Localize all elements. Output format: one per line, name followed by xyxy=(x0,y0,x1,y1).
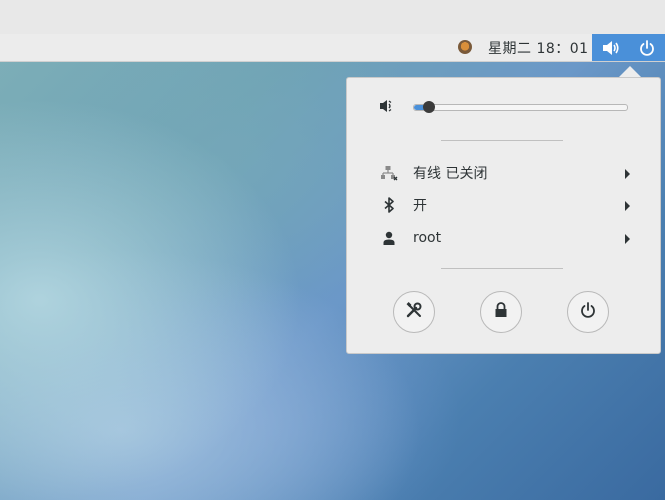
system-menu: 有线 已关闭 开 root xyxy=(346,77,661,354)
separator xyxy=(441,140,563,141)
volume-slider-handle[interactable] xyxy=(422,101,435,113)
menu-pointer xyxy=(619,66,641,77)
system-status-button[interactable] xyxy=(592,34,665,61)
app-indicator-icon[interactable] xyxy=(458,40,472,54)
chevron-right-icon xyxy=(625,169,630,179)
menu-item-user[interactable]: root xyxy=(375,226,630,250)
wired-status-label: 有线 已关闭 xyxy=(413,166,488,182)
power-off-button[interactable] xyxy=(567,291,609,333)
clock[interactable]: 星期二 18：01 xyxy=(488,38,589,58)
volume-icon xyxy=(602,40,620,56)
volume-slider[interactable] xyxy=(413,101,628,113)
chevron-right-icon xyxy=(625,234,630,244)
wired-network-disconnected-icon xyxy=(375,165,403,181)
power-icon xyxy=(580,302,596,322)
volume-low-icon xyxy=(379,98,395,118)
separator xyxy=(441,268,563,269)
settings-button[interactable] xyxy=(393,291,435,333)
bluetooth-icon xyxy=(375,197,403,213)
lock-icon xyxy=(494,302,508,322)
user-name-label: root xyxy=(413,230,442,246)
chevron-right-icon xyxy=(625,201,630,211)
lock-button[interactable] xyxy=(480,291,522,333)
bluetooth-status-label: 开 xyxy=(413,198,427,214)
power-icon xyxy=(639,39,655,56)
settings-icon xyxy=(405,301,423,323)
user-icon xyxy=(375,231,403,245)
menu-item-wired[interactable]: 有线 已关闭 xyxy=(375,161,630,185)
window-strip xyxy=(0,0,665,34)
menu-item-bluetooth[interactable]: 开 xyxy=(375,193,630,217)
